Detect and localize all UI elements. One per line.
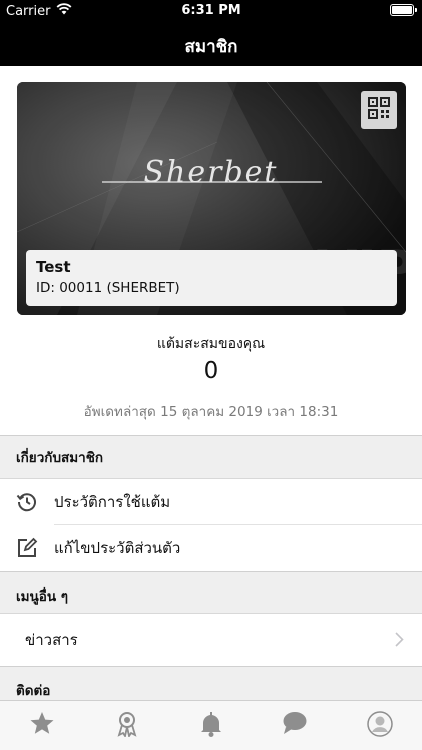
profile-icon bbox=[367, 711, 393, 750]
points-value: 0 bbox=[203, 358, 219, 384]
row-label: แก้ไขประวัติส่วนตัว bbox=[54, 539, 181, 557]
tab-favorites[interactable] bbox=[0, 701, 84, 750]
member-name: Test bbox=[36, 258, 71, 276]
card-info-panel: Test ID: 00011 (SHERBET) bbox=[26, 250, 397, 306]
svg-text:Sherbet: Sherbet bbox=[144, 155, 279, 190]
bell-icon bbox=[199, 711, 223, 750]
section-header-contact: ติดต่อ bbox=[0, 666, 422, 700]
award-icon bbox=[115, 711, 139, 750]
battery-icon bbox=[390, 4, 417, 16]
status-time: 6:31 PM bbox=[181, 3, 241, 18]
row-label: ประวัติการใช้แต้ม bbox=[54, 493, 171, 511]
member-id: ID: 00011 (SHERBET) bbox=[36, 280, 180, 296]
tab-notifications[interactable] bbox=[169, 701, 253, 750]
tab-profile[interactable] bbox=[338, 701, 422, 750]
qr-code-icon bbox=[368, 97, 390, 123]
row-points-history[interactable]: ประวัติการใช้แต้ม bbox=[0, 479, 422, 525]
chat-icon bbox=[282, 711, 308, 750]
star-icon bbox=[29, 711, 55, 750]
tab-bar bbox=[0, 700, 422, 750]
edit-icon bbox=[16, 537, 38, 559]
page-title: สมาชิก bbox=[184, 37, 238, 57]
history-icon bbox=[16, 491, 38, 513]
top-bar: Carrier 6:31 PM สมาชิก bbox=[0, 0, 422, 66]
section-header-other: เมนูอื่น ๆ bbox=[0, 571, 422, 614]
member-card[interactable]: VIPEG Sherbet Test ID: 00011 (SHERBE bbox=[17, 82, 406, 315]
chevron-right-icon bbox=[395, 632, 404, 651]
qr-code-button[interactable] bbox=[361, 91, 397, 129]
tab-messages[interactable] bbox=[253, 701, 337, 750]
status-bar: Carrier 6:31 PM bbox=[0, 0, 422, 22]
row-news[interactable]: ข่าวสาร bbox=[0, 614, 422, 666]
last-updated: อัพเดทล่าสุด 15 ตุลาคม 2019 เวลา 18:31 bbox=[83, 404, 339, 420]
row-edit-profile[interactable]: แก้ไขประวัติส่วนตัว bbox=[0, 525, 422, 571]
row-label: ข่าวสาร bbox=[25, 631, 78, 649]
section-header-about: เกี่ยวกับสมาชิก bbox=[0, 435, 422, 479]
points-label: แต้มสะสมของคุณ bbox=[156, 336, 266, 352]
tab-rewards[interactable] bbox=[84, 701, 168, 750]
